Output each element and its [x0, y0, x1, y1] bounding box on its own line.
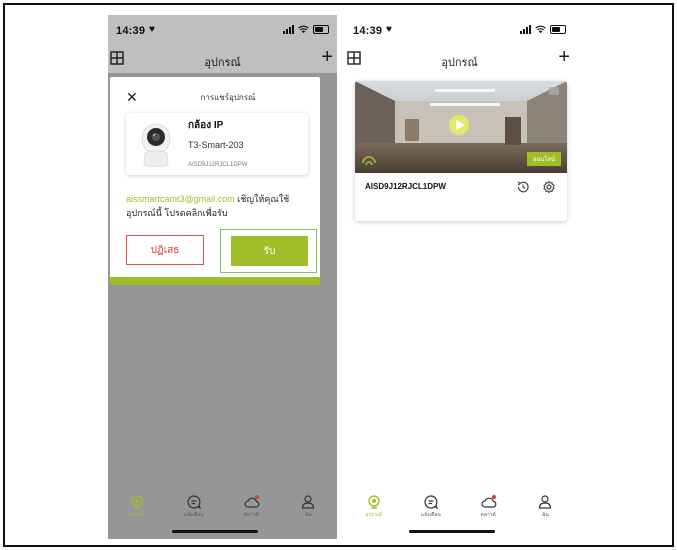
wifi-icon [535, 25, 546, 34]
camera-icon [130, 495, 143, 509]
nav-bar: อุปกรณ์ + [345, 45, 574, 73]
tab-cloud[interactable]: คลาวด์ [468, 495, 508, 525]
signal-icon [520, 25, 531, 34]
person-icon [302, 495, 315, 509]
device-model: T3-Smart-203 [188, 140, 244, 150]
battery-icon [550, 25, 566, 34]
invite-message: aissmartcamt3@gmail.com เชิญให้คุณใช้ อุ… [126, 192, 311, 220]
message-icon [424, 495, 438, 509]
cloud-icon-wrap [481, 495, 497, 509]
tab-notifications[interactable]: แจ้งเตือน [411, 495, 451, 525]
ip-camera-image [141, 123, 171, 167]
invite-email: aissmartcamt3@gmail.com [126, 194, 235, 204]
page-title: อุปกรณ์ [441, 57, 478, 69]
tab-label: อุปกรณ์ [128, 512, 145, 518]
bottom-tab-bar: อุปกรณ์ แจ้งเตือน คลาวด์ ฉัน [108, 495, 337, 525]
dialog-accent-bar [110, 277, 320, 285]
home-indicator [172, 530, 258, 533]
bottom-tab-bar: อุปกรณ์ แจ้งเตือน คลาวด์ ฉัน [345, 495, 574, 525]
tab-label: ฉัน [541, 512, 549, 518]
tab-label: คลาวด์ [480, 512, 496, 518]
add-device-button[interactable]: + [558, 47, 570, 67]
device-id: AISD9J12RJCL1DPW [188, 162, 248, 168]
tab-label: แจ้งเตือน [183, 512, 204, 518]
history-icon[interactable] [516, 180, 530, 194]
status-icons [520, 25, 566, 34]
camera-device-card[interactable]: ออนไลน์ AISD9J12RJCL1DPW [355, 81, 567, 221]
tab-label: แจ้งเตือน [420, 512, 441, 518]
phone-screen-right: 14:39 ♥ อุปกรณ์ + ออนไลน์ AISD9J12RJCL1D… [345, 15, 574, 539]
device-name: กล้อง IP [188, 120, 224, 131]
cloud-icon-wrap [244, 495, 260, 509]
camera-icon [367, 495, 380, 509]
camera-device-id: AISD9J12RJCL1DPW [365, 182, 446, 191]
close-icon[interactable]: ✕ [126, 89, 138, 106]
online-status-badge: ออนไลน์ [526, 152, 561, 166]
person-icon [539, 495, 552, 509]
status-bar: 14:39 ♥ [345, 15, 574, 45]
heart-icon: ♥ [386, 24, 392, 35]
dialog-title: การแชร์อุปกรณ์ [200, 93, 256, 102]
status-time: 14:39 [353, 25, 383, 37]
tab-me[interactable]: ฉัน [288, 495, 328, 525]
message-icon [187, 495, 201, 509]
tab-notifications[interactable]: แจ้งเตือน [174, 495, 214, 525]
home-indicator [409, 530, 495, 533]
tab-label: คลาวด์ [243, 512, 259, 518]
tab-label: อุปกรณ์ [365, 512, 382, 518]
accept-button[interactable]: รับ [231, 236, 308, 266]
tab-label: ฉัน [304, 512, 312, 518]
settings-icon[interactable] [542, 180, 556, 194]
tab-cloud[interactable]: คลาวด์ [231, 495, 271, 525]
phone-screen-left: 14:39 ♥ อุปกรณ์ + ✕ การแชร์อุปกรณ์ กล้อง… [108, 15, 337, 539]
tab-devices[interactable]: อุปกรณ์ [117, 495, 157, 525]
tab-me[interactable]: ฉัน [525, 495, 565, 525]
tab-devices[interactable]: อุปกรณ์ [354, 495, 394, 525]
reject-button[interactable]: ปฏิเสธ [126, 235, 204, 265]
